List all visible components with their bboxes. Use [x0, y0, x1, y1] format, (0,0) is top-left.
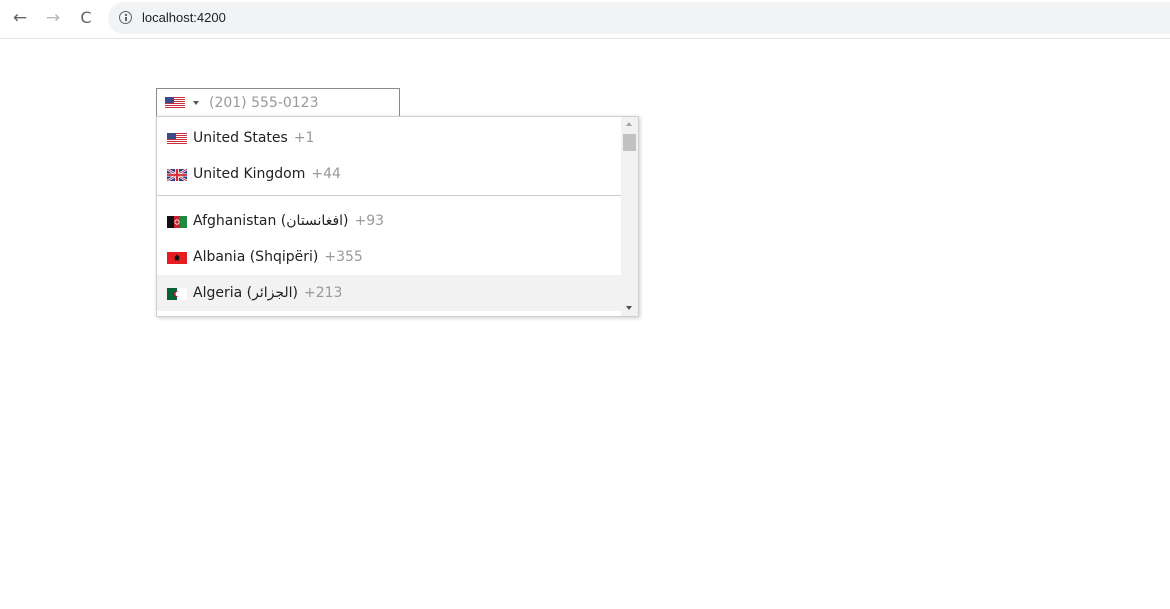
dial-code: +44 — [311, 166, 341, 182]
forward-arrow-icon[interactable]: → — [42, 7, 64, 29]
country-dropdown: United States +1 United Kingdom +44 Afgh… — [156, 116, 639, 317]
url-text: localhost:4200 — [142, 10, 226, 25]
dropdown-scrollbar[interactable] — [621, 117, 638, 316]
browser-toolbar: ← → C localhost:4200 — [0, 0, 1170, 39]
al-flag-icon — [167, 252, 187, 264]
country-selector[interactable] — [165, 96, 205, 110]
us-flag-icon — [167, 133, 187, 145]
reload-icon[interactable]: C — [75, 7, 97, 29]
us-flag-icon — [165, 97, 185, 109]
scroll-down-arrow-icon[interactable] — [626, 306, 632, 310]
af-flag-icon — [167, 216, 187, 228]
scroll-thumb[interactable] — [623, 134, 636, 151]
country-option-afghanistan[interactable]: Afghanistan (‫افغانستان‬‎) +93 — [157, 203, 621, 239]
dial-code: +93 — [354, 213, 385, 229]
country-option-albania[interactable]: Albania (Shqipëri) +355 — [157, 239, 621, 275]
dial-code: +1 — [293, 130, 315, 146]
address-bar[interactable]: localhost:4200 — [108, 2, 1170, 34]
caret-down-icon — [193, 101, 199, 105]
country-name: United Kingdom — [193, 166, 306, 182]
dial-code: +213 — [304, 285, 343, 301]
country-name: Afghanistan (‫افغانستان‬‎) — [193, 213, 349, 229]
country-option-united-states[interactable]: United States +1 — [157, 120, 621, 156]
info-icon[interactable] — [119, 11, 132, 24]
phone-input — [156, 88, 400, 117]
country-name: Algeria (‫الجزائر‬‎) — [193, 285, 299, 301]
country-name: United States — [193, 130, 288, 146]
dial-code: +355 — [324, 249, 363, 265]
gb-flag-icon — [167, 169, 187, 181]
dz-flag-icon — [167, 288, 187, 300]
country-option-united-kingdom[interactable]: United Kingdom +44 — [157, 156, 621, 192]
phone-number-field[interactable] — [209, 93, 389, 113]
back-arrow-icon[interactable]: ← — [9, 7, 31, 29]
preferred-countries-divider — [157, 195, 621, 196]
scroll-up-arrow-icon[interactable] — [626, 122, 632, 126]
country-option-algeria[interactable]: Algeria (‫الجزائر‬‎) +213 — [157, 275, 621, 311]
country-name: Albania (Shqipëri) — [193, 249, 319, 265]
